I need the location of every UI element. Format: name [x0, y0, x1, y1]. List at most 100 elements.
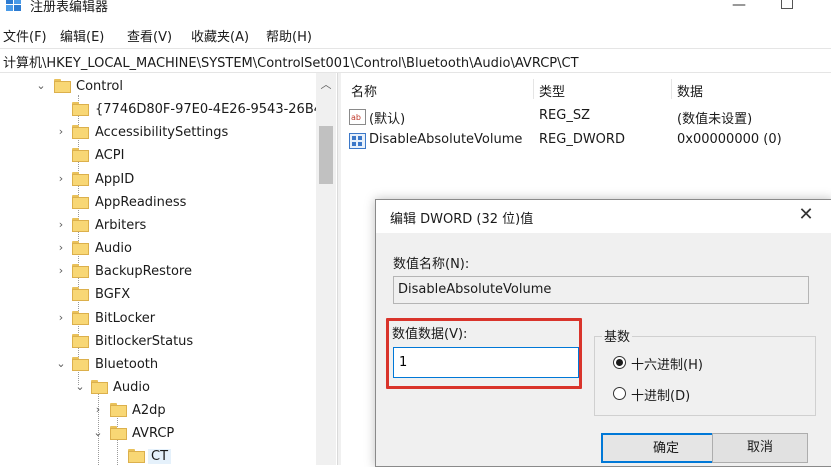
address-path[interactable]: 计算机\HKEY_LOCAL_MACHINE\SYSTEM\ControlSet…	[3, 52, 579, 71]
menu-bar: 文件(F) 编辑(E) 查看(V) 收藏夹(A) 帮助(H)	[0, 22, 831, 46]
radio-dec[interactable]	[613, 387, 626, 400]
tree-node-guid[interactable]: {7746D80F-97E0-4E26-9543-26B4	[0, 99, 322, 121]
tree-node-label: BitlockerStatus	[95, 334, 194, 349]
tree-node-ct[interactable]: CT	[0, 446, 316, 465]
tree-node-label: AppReadiness	[95, 195, 187, 210]
scrollbar-thumb[interactable]	[319, 126, 333, 184]
column-header-data[interactable]: 数据	[677, 81, 703, 100]
list-row[interactable]: DisableAbsoluteVolume REG_DWORD 0x000000…	[341, 129, 831, 151]
title-bar: 注册表编辑器 —	[0, 0, 831, 20]
folder-icon	[128, 449, 145, 463]
tree-node-audio[interactable]: › Audio	[0, 238, 316, 260]
folder-icon	[72, 148, 89, 162]
menu-edit[interactable]: 编辑(E)	[60, 26, 104, 45]
tree-node-label: AccessibilitySettings	[95, 125, 229, 140]
value-name-field: DisableAbsoluteVolume	[393, 276, 809, 304]
tree-node-label: Control	[76, 79, 123, 94]
tree-node-bluetooth-audio[interactable]: ⌄ Audio	[0, 377, 316, 399]
folder-icon	[72, 102, 89, 116]
menu-file[interactable]: 文件(F)	[3, 26, 47, 45]
value-name-text: DisableAbsoluteVolume	[398, 282, 552, 297]
menu-favorites[interactable]: 收藏夹(A)	[191, 26, 249, 45]
tree-node-bitlockerstatus[interactable]: BitlockerStatus	[0, 331, 316, 353]
string-value-icon: ab	[349, 109, 366, 125]
folder-icon	[91, 380, 108, 394]
cancel-button[interactable]: 取消	[712, 433, 808, 463]
chevron-down-icon[interactable]: ⌄	[54, 356, 68, 372]
folder-icon	[110, 403, 127, 417]
tree-node-accessibilitysettings[interactable]: › AccessibilitySettings	[0, 122, 316, 144]
chevron-right-icon[interactable]: ›	[54, 240, 68, 256]
folder-icon	[54, 79, 71, 93]
value-name-label: 数值名称(N):	[393, 257, 470, 272]
address-bar[interactable]: 计算机\HKEY_LOCAL_MACHINE\SYSTEM\ControlSet…	[0, 48, 831, 73]
tree-node-arbiters[interactable]: › Arbiters	[0, 215, 316, 237]
value-name: DisableAbsoluteVolume	[369, 132, 523, 147]
menu-view[interactable]: 查看(V)	[127, 26, 172, 45]
folder-icon	[72, 357, 89, 371]
chevron-right-icon[interactable]: ›	[54, 171, 68, 187]
radio-hex-label[interactable]: 十六进制(H)	[631, 354, 703, 373]
folder-icon	[72, 264, 89, 278]
value-data-input[interactable]	[393, 347, 579, 378]
tree-node-label: BackupRestore	[95, 264, 192, 279]
chevron-right-icon[interactable]: ›	[54, 124, 68, 140]
folder-icon	[110, 426, 127, 440]
value-data: 0x00000000 (0)	[677, 132, 782, 147]
list-row[interactable]: ab (默认) REG_SZ (数值未设置)	[341, 105, 831, 127]
chevron-right-icon[interactable]: ›	[54, 310, 68, 326]
tree-node-label: Bluetooth	[95, 357, 159, 372]
folder-icon	[72, 125, 89, 139]
chevron-right-icon[interactable]: ›	[91, 402, 105, 418]
base-groupbox	[594, 336, 816, 416]
minimize-icon[interactable]: —	[729, 0, 749, 13]
window-title: 注册表编辑器	[30, 0, 109, 15]
radio-hex[interactable]	[613, 356, 626, 369]
tree-node-bgfx[interactable]: BGFX	[0, 284, 316, 306]
dialog-title: 编辑 DWORD (32 位)值	[390, 212, 534, 227]
base-label: 基数	[602, 326, 633, 345]
chevron-right-icon[interactable]: ›	[54, 263, 68, 279]
folder-icon	[72, 172, 89, 186]
folder-icon	[72, 287, 89, 301]
tree-node-bitlocker[interactable]: › BitLocker	[0, 308, 316, 330]
tree-node-a2dp[interactable]: › A2dp	[0, 400, 316, 422]
value-name: (默认)	[369, 112, 406, 127]
tree-node-avrcp[interactable]: ⌄ AVRCP	[0, 423, 316, 445]
chevron-down-icon[interactable]: ⌄	[91, 425, 105, 441]
column-divider[interactable]	[671, 79, 672, 99]
radio-dec-label[interactable]: 十进制(D)	[631, 385, 690, 404]
tree-node-label: {7746D80F-97E0-4E26-9543-26B4	[95, 102, 323, 117]
registry-tree: ⌄ Control {7746D80F-97E0-4E26-9543-26B4 …	[0, 73, 337, 465]
tree-node-label: Audio	[95, 241, 132, 256]
tree-node-bluetooth[interactable]: ⌄ Bluetooth	[0, 354, 316, 376]
tree-node-backuprestore[interactable]: › BackupRestore	[0, 261, 316, 283]
tree-node-label: AppID	[95, 172, 135, 187]
column-header-name[interactable]: 名称	[351, 81, 377, 100]
value-data-label: 数值数据(V):	[392, 327, 468, 342]
close-icon[interactable]: ✕	[792, 203, 820, 227]
column-header-type[interactable]: 类型	[539, 81, 565, 100]
tree-node-label: ACPI	[95, 148, 125, 163]
tree-node-control[interactable]: ⌄ Control	[0, 76, 316, 98]
tree-node-label: BitLocker	[95, 311, 156, 326]
tree-node-label: BGFX	[95, 287, 131, 302]
value-type: REG_DWORD	[539, 132, 625, 147]
edit-dword-dialog: 编辑 DWORD (32 位)值 ✕ 数值名称(N): DisableAbsol…	[375, 199, 831, 467]
folder-icon	[72, 311, 89, 325]
chevron-down-icon[interactable]: ⌄	[73, 379, 87, 395]
folder-icon	[72, 334, 89, 348]
tree-node-label: Arbiters	[95, 218, 147, 233]
tree-node-label: CT	[148, 449, 172, 464]
tree-node-acpi[interactable]: ACPI	[0, 145, 316, 167]
chevron-right-icon[interactable]: ›	[54, 217, 68, 233]
chevron-down-icon[interactable]: ⌄	[34, 78, 48, 94]
maximize-icon[interactable]	[781, 0, 793, 9]
tree-node-label: Audio	[113, 380, 150, 395]
tree-node-appreadiness[interactable]: AppReadiness	[0, 192, 316, 214]
menu-help[interactable]: 帮助(H)	[266, 26, 312, 45]
tree-node-appid[interactable]: › AppID	[0, 169, 316, 191]
scroll-up-icon[interactable]: ︿	[316, 76, 336, 92]
column-divider[interactable]	[533, 79, 534, 99]
regedit-icon	[6, 0, 21, 11]
